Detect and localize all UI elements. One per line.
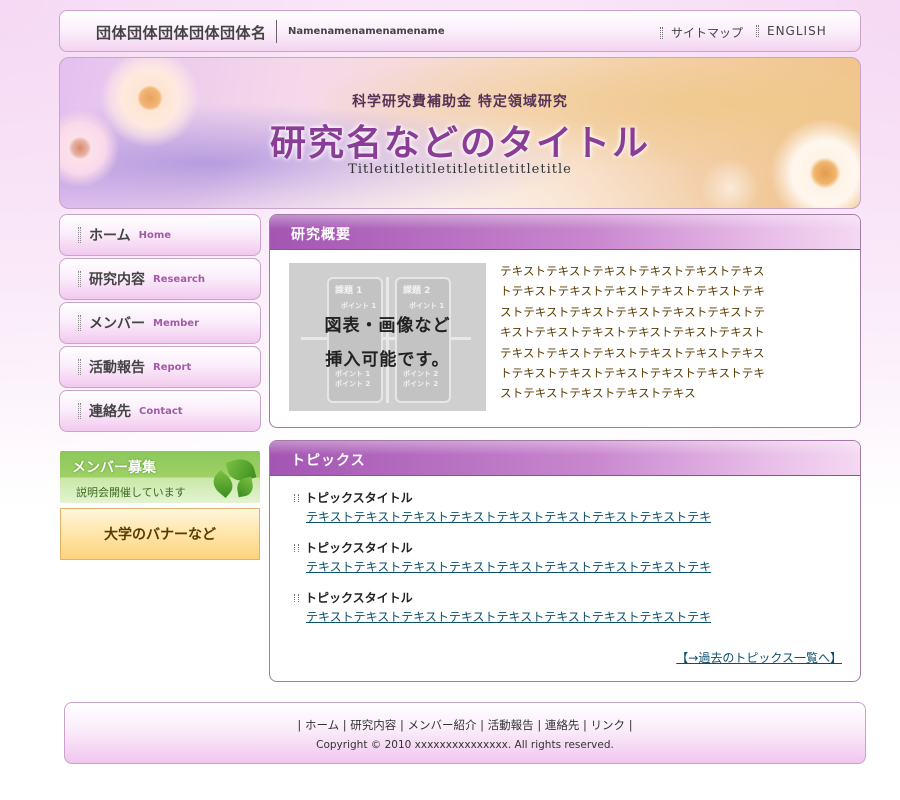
topic-title: トピックスタイトル (305, 491, 413, 505)
diagram-label: 課題 2 (403, 286, 431, 296)
sitemap-link-label: サイトマップ (671, 26, 744, 40)
diagram-label: 課題 1 (335, 286, 363, 296)
nav-label-ja: メンバー (89, 316, 145, 332)
nav-label-ja: 連絡先 (89, 404, 131, 420)
nav-label-ja: 活動報告 (89, 360, 145, 376)
topic-title: トピックスタイトル (305, 541, 413, 555)
grip-icon (756, 25, 759, 37)
bullet-icon (294, 593, 299, 602)
nav-item-report[interactable]: 活動報告 Report (59, 346, 261, 388)
bullet-icon (294, 493, 299, 502)
footer-link-research[interactable]: 研究内容 (350, 718, 396, 732)
diagram-label: ポイント 1 (341, 302, 377, 310)
topic-item: トピックスタイトル テキストテキストテキストテキストテキストテキストテキストテキ… (294, 539, 711, 575)
banner-title-en: Titletitletitletitletitletitletitle (348, 162, 572, 177)
grip-icon (78, 227, 81, 243)
topic-item: トピックスタイトル テキストテキストテキストテキストテキストテキストテキストテキ… (294, 489, 711, 525)
nav-label-en: Contact (139, 405, 183, 417)
diagram-label: ポイント 1 (335, 370, 371, 378)
org-name: 団体団体団体団体団体名 (96, 24, 267, 42)
english-link[interactable]: ENGLISH (756, 24, 827, 38)
sitemap-link[interactable]: サイトマップ (660, 24, 743, 41)
topics-header: トピックス (270, 441, 860, 476)
nav-item-home[interactable]: ホーム Home (59, 214, 261, 256)
diagram-label: ポイント 2 (403, 370, 439, 378)
nav-item-member[interactable]: メンバー Member (59, 302, 261, 344)
nav-label-en: Research (153, 273, 205, 285)
topic-link[interactable]: テキストテキストテキストテキストテキストテキストテキストテキストテキ (306, 608, 711, 625)
diagram-label: ポイント 2 (403, 380, 439, 388)
footer-link-home[interactable]: ホーム (305, 718, 339, 732)
grip-icon (78, 271, 81, 287)
topic-link[interactable]: テキストテキストテキストテキストテキストテキストテキストテキストテキ (306, 508, 711, 525)
placeholder-text-line2: 挿入可能です。 (325, 350, 450, 370)
hero-banner: 科学研究費補助金 特定領域研究 研究名などのタイトル Titletitletit… (59, 57, 861, 209)
past-topics-link[interactable]: 【→過去のトピックス一覧へ】 (676, 649, 842, 666)
topics-heading: トピックス (291, 453, 366, 469)
banner-subtitle: 科学研究費補助金 特定領域研究 (352, 94, 568, 110)
overview-heading: 研究概要 (291, 227, 351, 243)
nav-item-contact[interactable]: 連絡先 Contact (59, 390, 261, 432)
nav-label-ja: ホーム (89, 228, 131, 244)
topic-link[interactable]: テキストテキストテキストテキストテキストテキストテキストテキストテキ (306, 558, 711, 575)
site-footer: | ホーム | 研究内容 | メンバー紹介 | 活動報告 | 連絡先 | リンク… (64, 702, 866, 764)
overview-panel: 研究概要 課題 1 課題 2 ポイント 1 ポイント 1 ポイント 1 ポイント… (269, 214, 861, 428)
topic-title: トピックスタイトル (305, 591, 413, 605)
footer-link-links[interactable]: リンク (591, 718, 626, 732)
university-banner-label: 大学のバナーなど (104, 527, 216, 543)
footer-nav: | ホーム | 研究内容 | メンバー紹介 | 活動報告 | 連絡先 | リンク… (297, 718, 633, 732)
grip-icon (78, 315, 81, 331)
footer-link-report[interactable]: 活動報告 (488, 718, 534, 732)
nav-label-en: Member (153, 317, 200, 329)
site-header: 団体団体団体団体団体名 Namenamenamenamename サイトマップ … (59, 10, 861, 52)
placeholder-text-line1: 図表・画像など (324, 316, 451, 336)
header-shine (270, 215, 860, 229)
grip-icon (660, 26, 663, 39)
vertical-arrow-line (386, 277, 389, 403)
grip-icon (78, 359, 81, 375)
grip-icon (78, 403, 81, 419)
nav-label-en: Report (153, 361, 192, 373)
overview-body-text: テキストテキストテキストテキストテキストテキストテキストテキストテキストテキスト… (500, 264, 765, 401)
nav-label-en: Home (138, 229, 172, 241)
header-divider (276, 20, 277, 43)
diagram-label: ポイント 1 (409, 302, 445, 310)
org-name-en: Namenamenamenamename (288, 26, 445, 37)
banner-title: 研究名などのタイトル (269, 123, 650, 164)
overview-header: 研究概要 (270, 215, 860, 250)
footer-link-members[interactable]: メンバー紹介 (407, 718, 476, 732)
copyright: Copyright © 2010 xxxxxxxxxxxxxxx. All ri… (316, 739, 614, 751)
member-banner-title: メンバー募集 (72, 460, 156, 476)
footer-link-contact[interactable]: 連絡先 (545, 718, 580, 732)
nav-label-ja: 研究内容 (89, 272, 145, 288)
member-banner-subtitle: 説明会開催しています (76, 486, 186, 499)
diagram-label: ポイント 2 (335, 380, 371, 388)
bullet-icon (294, 543, 299, 552)
english-link-label: ENGLISH (767, 24, 827, 38)
topic-item: トピックスタイトル テキストテキストテキストテキストテキストテキストテキストテキ… (294, 589, 711, 625)
member-recruit-banner[interactable]: メンバー募集 説明会開催しています (60, 451, 260, 503)
university-banner[interactable]: 大学のバナーなど (60, 508, 260, 560)
nav-item-research[interactable]: 研究内容 Research (59, 258, 261, 300)
image-placeholder: 課題 1 課題 2 ポイント 1 ポイント 1 ポイント 1 ポイント 2 ポイ… (289, 263, 486, 411)
topics-panel: トピックス トピックスタイトル テキストテキストテキストテキストテキストテキスト… (269, 440, 861, 682)
